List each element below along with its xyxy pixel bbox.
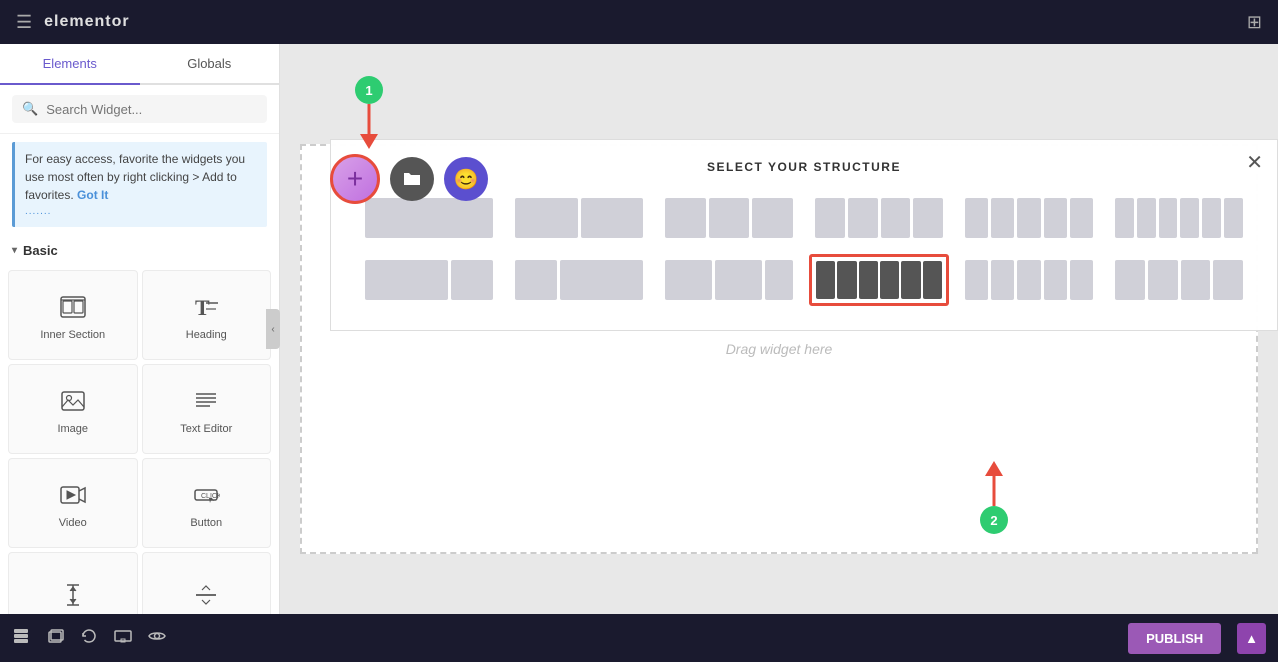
search-bar: 🔍 [0, 85, 279, 134]
chevron-down-icon: ▾ [12, 245, 17, 256]
structure-option-1-2[interactable] [509, 254, 649, 306]
structure-option-3col[interactable] [659, 192, 799, 244]
app-title: elementor [44, 13, 129, 31]
structure-option-2col[interactable] [509, 192, 649, 244]
widget-video[interactable]: Video [8, 458, 138, 548]
search-icon: 🔍 [22, 101, 38, 117]
structure-option-2-1[interactable] [359, 254, 499, 306]
widget-text-editor[interactable]: Text Editor [142, 364, 272, 454]
widget-heading[interactable]: T Heading [142, 270, 272, 360]
image-label: Image [57, 423, 88, 435]
heading-icon: T [192, 293, 220, 321]
sidebar-tabs: Elements Globals [0, 44, 279, 85]
widget-image[interactable]: Image [8, 364, 138, 454]
widget-button[interactable]: CLICK Button [142, 458, 272, 548]
text-editor-icon [192, 387, 220, 415]
basic-section-label: Basic [23, 243, 58, 258]
widget-divider[interactable] [142, 552, 272, 614]
publish-expand-button[interactable]: ▲ [1237, 623, 1266, 654]
add-element-button[interactable]: + [330, 154, 380, 204]
main-layout: Elements Globals 🔍 For easy access, favo… [0, 44, 1278, 614]
svg-text:T: T [195, 295, 210, 320]
widget-grid: Inner Section T Heading [0, 266, 279, 614]
structure-row-1 [359, 192, 1249, 244]
structure-option-4col-equal[interactable] [1109, 254, 1249, 306]
history-icon[interactable] [80, 627, 98, 650]
structure-row-2 [359, 254, 1249, 306]
structure-option-6col-selected[interactable] [809, 254, 949, 306]
top-bar: ☰ elementor ⊞ [0, 0, 1278, 44]
bottom-toolbar: PUBLISH ▲ [0, 614, 1278, 662]
got-it-link[interactable]: Got It [77, 188, 108, 202]
basic-section-heading[interactable]: ▾ Basic [0, 235, 279, 266]
emoji-icon: 😊 [454, 167, 479, 192]
structure-option-4col[interactable] [809, 192, 949, 244]
tab-globals[interactable]: Globals [140, 44, 280, 83]
button-label: Button [190, 517, 222, 529]
grid-icon[interactable]: ⊞ [1247, 12, 1262, 33]
heading-label: Heading [186, 329, 227, 341]
tab-elements[interactable]: Elements [0, 44, 140, 85]
spacer-icon [59, 581, 87, 609]
structure-title: SELECT YOUR STRUCTURE [359, 160, 1249, 174]
annotation-badge-1: 1 [355, 76, 383, 104]
text-editor-label: Text Editor [180, 423, 232, 435]
widget-spacer[interactable] [8, 552, 138, 614]
button-icon: CLICK [192, 481, 220, 509]
divider-icon [192, 581, 220, 609]
structure-option-6col[interactable] [1109, 192, 1249, 244]
theme-builder-button[interactable]: 😊 [444, 157, 488, 201]
widget-inner-section[interactable]: Inner Section [8, 270, 138, 360]
sidebar: Elements Globals 🔍 For easy access, favo… [0, 44, 280, 614]
search-input-wrap: 🔍 [12, 95, 267, 123]
collapse-handle[interactable]: ‹ [266, 309, 280, 349]
video-label: Video [59, 517, 87, 529]
responsive-icon[interactable] [114, 627, 132, 650]
inner-section-label: Inner Section [40, 329, 105, 341]
inner-section-icon [59, 293, 87, 321]
layers-icon[interactable] [12, 627, 30, 650]
video-icon [59, 481, 87, 509]
structure-option-1-1-2[interactable] [659, 254, 799, 306]
info-box: For easy access, favorite the widgets yo… [12, 142, 267, 227]
folder-icon [402, 169, 422, 189]
publish-button[interactable]: PUBLISH [1128, 623, 1221, 654]
pages-icon[interactable] [46, 627, 64, 650]
close-structure-button[interactable]: ✕ [1246, 150, 1263, 175]
info-text: For easy access, favorite the widgets yo… [25, 152, 245, 202]
image-icon [59, 387, 87, 415]
structure-option-5col[interactable] [959, 192, 1099, 244]
info-dots: ....... [25, 204, 257, 219]
drop-zone-label: Drag widget here [726, 341, 833, 357]
search-input[interactable] [46, 102, 257, 117]
preview-icon[interactable] [148, 627, 166, 650]
hamburger-icon[interactable]: ☰ [16, 12, 32, 33]
templates-button[interactable] [390, 157, 434, 201]
structure-option-5col-wide[interactable] [959, 254, 1099, 306]
top-bar-left: ☰ elementor [16, 12, 130, 33]
canvas-area: 1 + 😊 Drag wid [280, 44, 1278, 614]
